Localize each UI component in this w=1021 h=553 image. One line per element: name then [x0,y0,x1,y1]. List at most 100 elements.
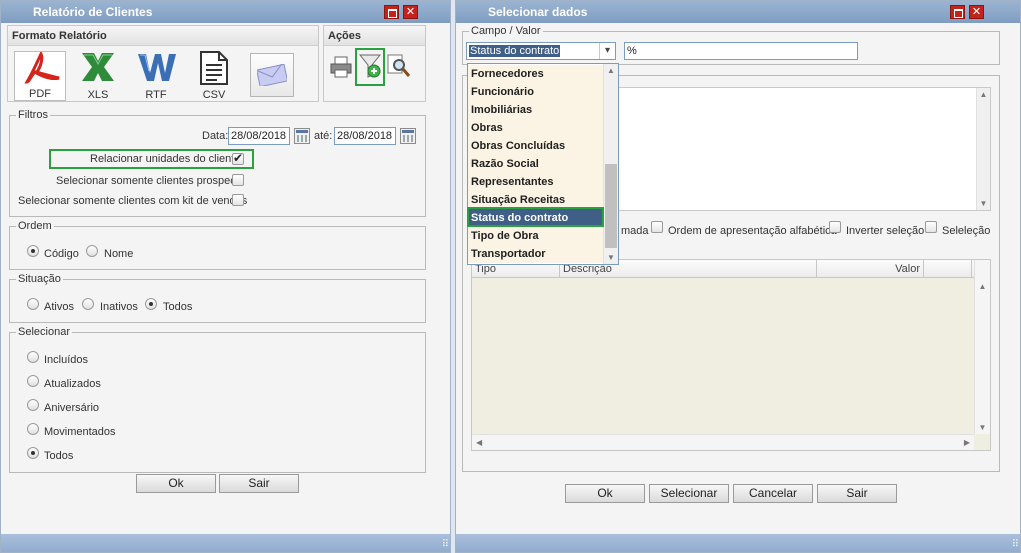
close-icon[interactable]: ✕ [969,5,984,19]
printer-icon[interactable] [330,56,352,78]
left-status-bar: ⠿ [1,534,450,552]
ordem-alfabetica-label: Ordem de apresentação alfabética [668,225,837,237]
maximize-icon[interactable] [950,5,965,19]
selecionar-legend: Selecionar [16,326,72,338]
relatorio-clientes-window: Relatório de Clientes ✕ Formato Relatóri… [0,0,451,553]
csv-label: CSV [202,89,226,101]
campo-valor-fieldset: Campo / Valor Status do contrato ▾ % [462,25,1000,65]
col-valor[interactable]: Valor [817,260,924,278]
dropdown-item[interactable]: Obras [468,119,604,137]
right-title-bar[interactable]: Selecionar dados ✕ [456,1,1020,23]
dropdown-items: Fornecedores Funcionário Imobiliárias Obras… [468,65,604,263]
inverter-selecao-checkbox[interactable] [829,221,841,233]
format-panel-title: Formato Relatório [8,26,318,46]
dropdown-item[interactable]: Razão Social [468,155,604,173]
inativos-radio[interactable] [82,298,94,310]
right-status-bar: ⠿ [456,534,1020,552]
pdf-label: PDF [29,88,51,100]
word-icon [138,54,176,81]
clientes-prospects-checkbox[interactable] [232,174,244,186]
maximize-icon[interactable] [384,5,399,19]
nome-label: Nome [104,248,134,260]
atualizados-label: Atualizados [44,378,101,390]
resize-grip-icon[interactable]: ⠿ [442,539,449,550]
aniversario-radio[interactable] [27,399,39,411]
todos-radio[interactable] [145,298,157,310]
situacao-legend: Situação [16,273,63,285]
dropdown-item[interactable]: Fornecedores [468,65,604,83]
incluidos-label: Incluídos [44,354,89,366]
selelecao-checkbox[interactable] [925,221,937,233]
kit-vendas-checkbox[interactable] [232,194,244,206]
selecionar-button[interactable]: Selecionar [649,484,729,503]
dropdown-item[interactable]: Imobiliárias [468,101,604,119]
data-grid[interactable]: Tipo Descrição Valor ▲ ▼ ◀ ▶ [471,259,991,451]
ok-button[interactable]: Ok [136,474,216,493]
todos-label: Todos [163,301,193,313]
cancelar-button[interactable]: Cancelar [733,484,813,503]
movimentados-radio[interactable] [27,423,39,435]
dropdown-scroll-thumb[interactable] [605,164,617,248]
textarea-scrollbar[interactable]: ▲ ▼ [976,88,990,210]
right-window-body: Campo / Valor Status do contrato ▾ % ▲ ▼… [456,23,1020,534]
incluidos-radio[interactable] [27,351,39,363]
dropdown-item[interactable]: Representantes [468,173,604,191]
ativos-radio[interactable] [27,298,39,310]
data-label: Data: [202,130,229,142]
campo-valor-legend: Campo / Valor [469,25,543,37]
email-format-button[interactable] [250,53,294,97]
dropdown-item[interactable]: Tipo de Obra [468,227,604,245]
grid-vertical-scrollbar[interactable]: ▲ ▼ [974,260,990,434]
kit-vendas-label: Selecionar somente clientes com kit de v… [18,195,248,207]
grid-horizontal-scrollbar[interactable]: ◀ ▶ [472,434,974,450]
status-contrato-highlight [467,207,604,227]
sair-button[interactable]: Sair [817,484,897,503]
sair-button[interactable]: Sair [219,474,299,493]
rtf-format-button[interactable]: RTF [130,51,182,101]
csv-format-button[interactable]: CSV [188,51,240,101]
dropdown-item[interactable]: Obras Concluídas [468,137,604,155]
col-extra [924,260,972,278]
campo-selected-value: Status do contrato [469,45,561,57]
nome-radio[interactable] [86,245,98,257]
selecionar-dados-window: Selecionar dados ✕ Campo / Valor Status … [455,0,1021,553]
atualizados-radio[interactable] [27,375,39,387]
dropdown-scrollbar[interactable]: ▲ ▼ [603,64,618,264]
calendar-icon[interactable] [400,128,416,144]
codigo-radio[interactable] [27,245,39,257]
todos-selecionar-label: Todos [44,450,74,462]
todos-selecionar-radio[interactable] [27,447,39,459]
xls-format-button[interactable]: XLS [72,51,124,101]
relacionar-unidades-checkbox[interactable] [232,151,244,165]
calendar-icon[interactable] [294,128,310,144]
date-to-input[interactable]: 28/08/2018 [334,127,396,145]
campo-dropdown-list[interactable]: Fornecedores Funcionário Imobiliárias Obras… [467,63,619,265]
inverter-selecao-label: Inverter seleção [846,225,925,237]
date-from-input[interactable]: 28/08/2018 [228,127,290,145]
right-window-title: Selecionar dados [488,5,588,19]
preview-magnifier-icon[interactable] [387,54,411,78]
pdf-format-button[interactable]: PDF [14,51,66,101]
filter-add-icon[interactable] [359,53,381,79]
inativos-label: Inativos [100,301,138,313]
format-panel: Formato Relatório PDF XLS RTF CSV [7,25,319,102]
left-title-bar[interactable]: Relatório de Clientes ✕ [1,1,450,23]
ordem-alfabetica-checkbox[interactable] [651,221,663,233]
valor-input[interactable]: % [624,42,858,60]
pdf-icon [24,52,60,84]
ate-label: até: [314,130,333,142]
rtf-label: RTF [145,89,167,101]
ordem-fieldset: Ordem Código Nome [9,220,426,270]
resize-grip-icon[interactable]: ⠿ [1012,539,1019,550]
dropdown-item[interactable]: Transportador [468,245,604,263]
codigo-label: Código [44,248,79,260]
left-window-title: Relatório de Clientes [33,5,153,19]
ok-button[interactable]: Ok [565,484,645,503]
excel-icon [82,53,114,81]
chevron-down-icon[interactable]: ▾ [599,43,615,59]
close-icon[interactable]: ✕ [403,5,418,19]
ordem-legend: Ordem [16,220,54,232]
campo-select[interactable]: Status do contrato ▾ [466,42,616,60]
dropdown-item[interactable]: Funcionário [468,83,604,101]
movimentados-label: Movimentados [44,426,116,438]
